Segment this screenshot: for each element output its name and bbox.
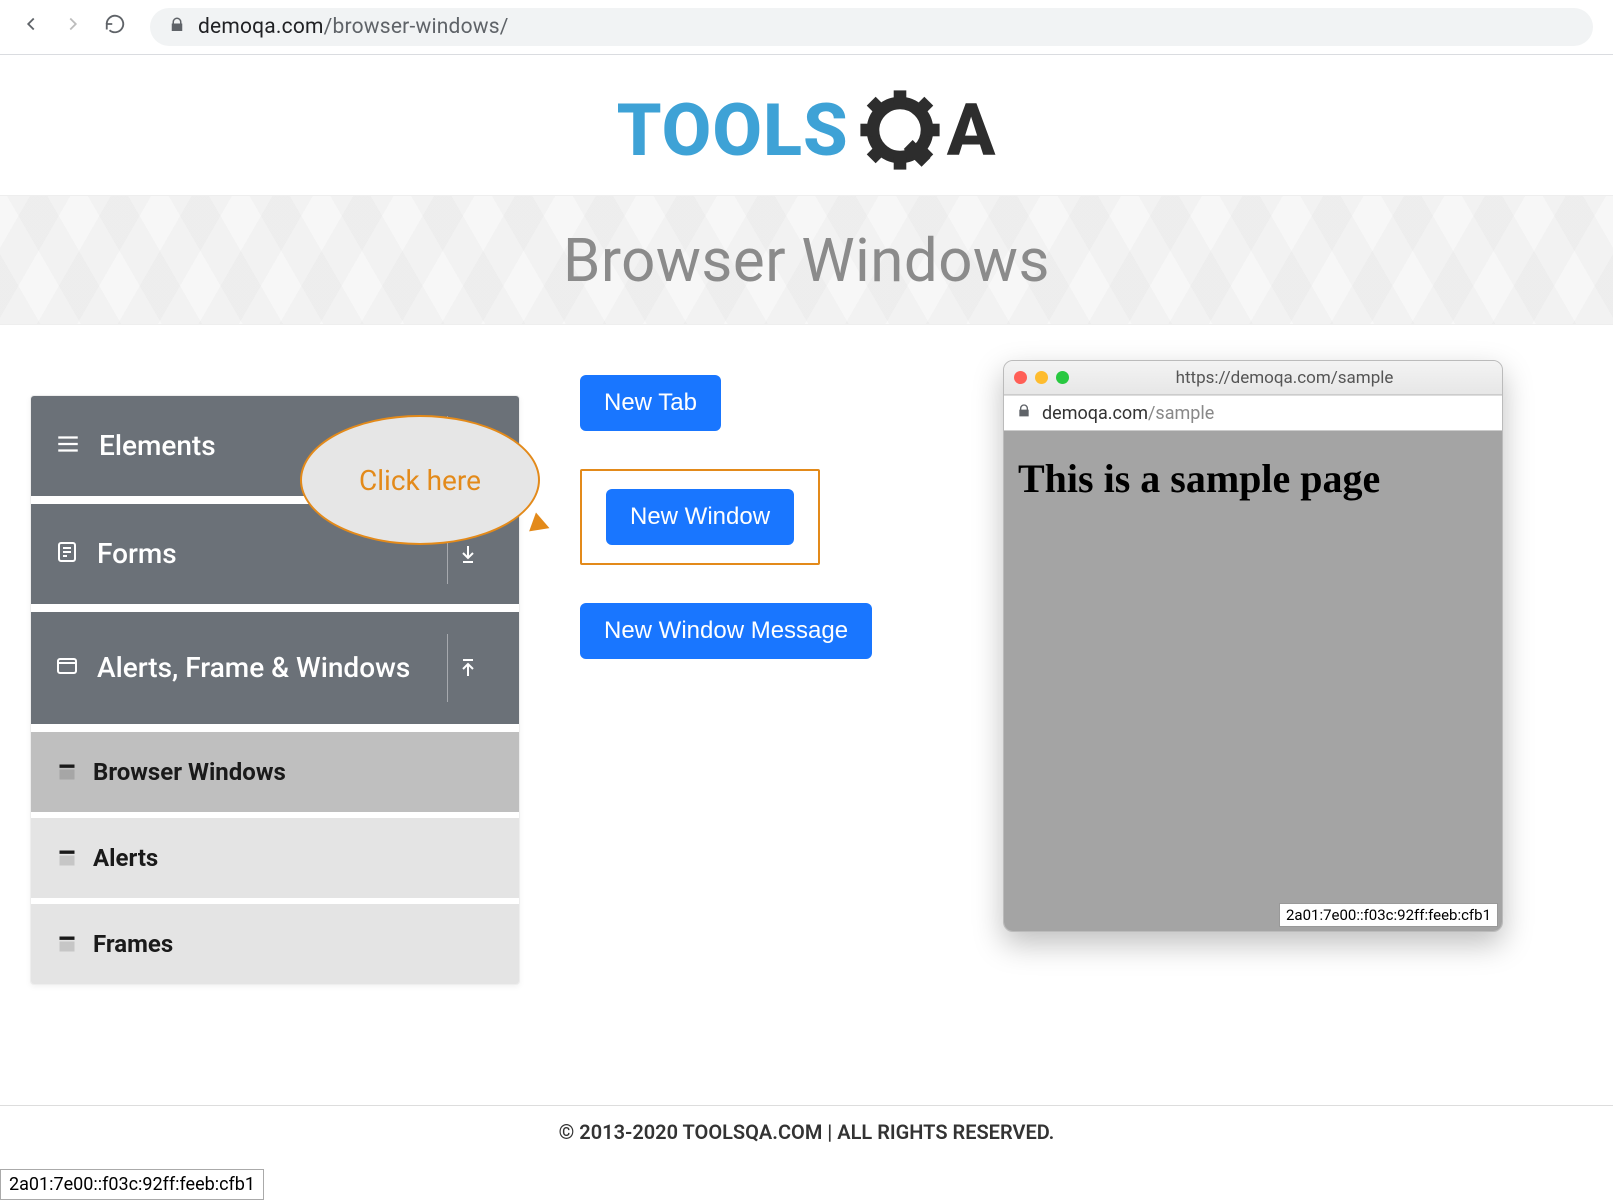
popup-titlebar[interactable]: https://demoqa.com/sample xyxy=(1004,361,1502,395)
form-icon xyxy=(55,540,79,568)
sidebar-item-browser-windows[interactable]: Browser Windows xyxy=(31,732,519,818)
page-footer: © 2013-2020 TOOLSQA.COM | ALL RIGHTS RES… xyxy=(0,1105,1613,1158)
back-icon[interactable] xyxy=(20,13,42,41)
lock-icon xyxy=(1016,403,1032,424)
footer-text: © 2013-2020 TOOLSQA.COM | ALL RIGHTS RES… xyxy=(559,1120,1055,1144)
close-icon[interactable] xyxy=(1014,371,1027,384)
chevron-up-icon xyxy=(447,634,495,701)
page-title: Browser Windows xyxy=(563,225,1050,296)
new-window-highlight: New Window xyxy=(580,469,820,565)
browser-toolbar: demoqa.com/browser-windows/ xyxy=(0,0,1613,55)
window-icon xyxy=(55,654,79,682)
address-bar[interactable]: demoqa.com/browser-windows/ xyxy=(150,8,1593,46)
reload-icon[interactable] xyxy=(104,13,126,41)
sidebar-group-label: Alerts, Frame & Windows xyxy=(97,651,447,685)
popup-title: https://demoqa.com/sample xyxy=(1077,368,1492,388)
page-banner: Browser Windows xyxy=(0,195,1613,325)
site-logo[interactable]: TOOLS xyxy=(0,55,1613,195)
sidebar-item-label: Alerts xyxy=(93,844,158,872)
new-window-button[interactable]: New Window xyxy=(606,489,794,545)
sidebar-item-label: Browser Windows xyxy=(93,758,286,786)
gear-icon xyxy=(855,85,945,175)
new-window-message-button[interactable]: New Window Message xyxy=(580,603,872,659)
maximize-icon[interactable] xyxy=(1056,371,1069,384)
status-bar-ip: 2a01:7e00::f03c:92ff:feeb:cfb1 xyxy=(0,1169,264,1200)
sidebar-item-label: Frames xyxy=(93,930,173,958)
lock-icon xyxy=(168,15,186,40)
callout-click-here: Click here xyxy=(300,415,540,545)
logo-text-a: A xyxy=(947,88,997,173)
address-bar-url: demoqa.com/browser-windows/ xyxy=(198,15,509,39)
callout-text: Click here xyxy=(359,464,481,497)
popup-window[interactable]: https://demoqa.com/sample demoqa.com/sam… xyxy=(1003,360,1503,932)
new-tab-button[interactable]: New Tab xyxy=(580,375,721,431)
forward-icon[interactable] xyxy=(62,13,84,41)
sidebar-group-alerts-frames-windows[interactable]: Alerts, Frame & Windows xyxy=(31,612,519,732)
minimize-icon[interactable] xyxy=(1035,371,1048,384)
popup-body: This is a sample page 2a01:7e00::f03c:92… xyxy=(1004,431,1502,931)
popup-url: demoqa.com/sample xyxy=(1042,403,1214,424)
menu-icon xyxy=(55,431,81,461)
sidebar-item-alerts[interactable]: Alerts xyxy=(31,818,519,904)
popup-address-bar[interactable]: demoqa.com/sample xyxy=(1004,395,1502,431)
popup-ip-status: 2a01:7e00::f03c:92ff:feeb:cfb1 xyxy=(1279,903,1498,927)
popup-heading: This is a sample page xyxy=(1018,455,1488,502)
logo-text-tools: TOOLS xyxy=(617,88,849,173)
main-content: New Tab New Window New Window Message xyxy=(580,365,872,697)
sidebar-item-frames[interactable]: Frames xyxy=(31,904,519,984)
